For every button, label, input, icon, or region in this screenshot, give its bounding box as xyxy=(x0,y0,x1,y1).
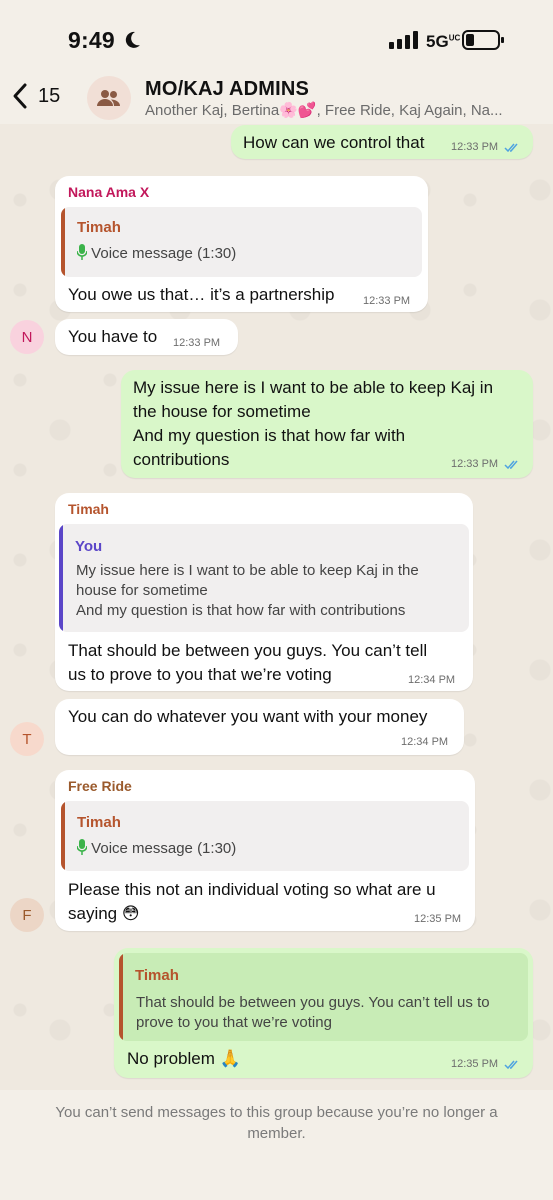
group-icon xyxy=(97,90,120,106)
back-button[interactable]: 15 xyxy=(12,82,60,110)
quoted-sender: You xyxy=(75,538,103,555)
quoted-text: My issue here is I want to be able to ke… xyxy=(76,562,419,619)
message-time: 12:33 PM xyxy=(173,337,221,349)
quoted-message[interactable]: You My issue here is I want to be able t… xyxy=(59,524,469,632)
double-check-icon xyxy=(504,460,518,469)
footer-notice-bar: You can’t send messages to this group be… xyxy=(0,1090,553,1200)
group-title[interactable]: MO/KAJ ADMINS xyxy=(145,78,309,101)
status-bar: 9:49 5GUC xyxy=(0,0,553,72)
chevron-left-icon xyxy=(13,83,27,109)
battery-icon xyxy=(462,30,504,50)
avatar[interactable]: F xyxy=(10,898,44,932)
sender-name: Nana Ama X xyxy=(68,184,150,200)
double-check-icon xyxy=(504,1060,518,1069)
network-type: 5GUC xyxy=(426,32,461,51)
sender-name: Timah xyxy=(68,501,109,517)
message-incoming[interactable]: Nana Ama X Timah Voice message (1:30) Yo… xyxy=(55,176,428,312)
avatar[interactable]: T xyxy=(10,722,44,756)
quoted-sender: Timah xyxy=(135,967,179,984)
message-outgoing[interactable]: How can we control that 12:33 PM xyxy=(231,125,533,159)
not-member-notice: You can’t send messages to this group be… xyxy=(55,1104,498,1142)
quoted-sender: Timah xyxy=(77,814,121,831)
message-time: 12:33 PM xyxy=(451,458,519,470)
group-avatar[interactable] xyxy=(87,76,131,120)
microphone-icon xyxy=(76,839,88,855)
quoted-sender: Timah xyxy=(77,219,121,236)
unread-count: 15 xyxy=(38,84,61,107)
quoted-text: Voice message (1:30) xyxy=(76,839,236,859)
microphone-icon xyxy=(76,244,88,260)
message-time: 12:34 PM xyxy=(408,674,456,686)
message-text: My issue here is I want to be able to ke… xyxy=(133,378,494,469)
sender-name: Free Ride xyxy=(68,778,132,794)
message-time: 12:34 PM xyxy=(401,736,449,748)
group-members[interactable]: Another Kaj, Bertina🌸💕, Free Ride, Kaj A… xyxy=(145,101,545,119)
clock: 9:49 xyxy=(68,27,115,53)
signal-icon xyxy=(389,31,418,49)
message-time: 12:35 PM xyxy=(414,913,462,925)
message-incoming[interactable]: Timah You My issue here is I want to be … xyxy=(55,493,473,691)
message-incoming[interactable]: You can do whatever you want with your m… xyxy=(55,699,464,755)
double-check-icon xyxy=(504,143,518,152)
quoted-text: Voice message (1:30) xyxy=(76,244,236,264)
message-outgoing[interactable]: Timah That should be between you guys. Y… xyxy=(114,948,533,1078)
message-text: Please this not an individual voting so … xyxy=(68,880,436,923)
message-incoming[interactable]: You have to 12:33 PM xyxy=(55,319,238,355)
moon-icon xyxy=(125,31,140,48)
message-text: How can we control that xyxy=(243,133,425,152)
message-outgoing[interactable]: My issue here is I want to be able to ke… xyxy=(121,370,533,478)
chat-header: 15 MO/KAJ ADMINS Another Kaj, Bertina🌸💕,… xyxy=(0,72,553,124)
quoted-message[interactable]: Timah Voice message (1:30) xyxy=(61,207,422,277)
avatar[interactable]: N xyxy=(10,320,44,354)
message-time: 12:35 PM xyxy=(451,1058,519,1070)
message-time: 12:33 PM xyxy=(451,141,519,153)
quoted-text: That should be between you guys. You can… xyxy=(136,994,490,1031)
message-text: That should be between you guys. You can… xyxy=(68,641,428,684)
message-text: No problem 🙏 xyxy=(127,1049,241,1068)
message-incoming[interactable]: Free Ride Timah Voice message (1:30) Ple… xyxy=(55,770,475,931)
message-time: 12:33 PM xyxy=(363,295,411,307)
message-text: You have to xyxy=(68,327,158,346)
quoted-message[interactable]: Timah That should be between you guys. Y… xyxy=(119,953,528,1041)
message-text: You can do whatever you want with your m… xyxy=(68,707,428,726)
quoted-message[interactable]: Timah Voice message (1:30) xyxy=(61,801,469,871)
message-text: You owe us that… it’s a partnership xyxy=(68,285,335,304)
